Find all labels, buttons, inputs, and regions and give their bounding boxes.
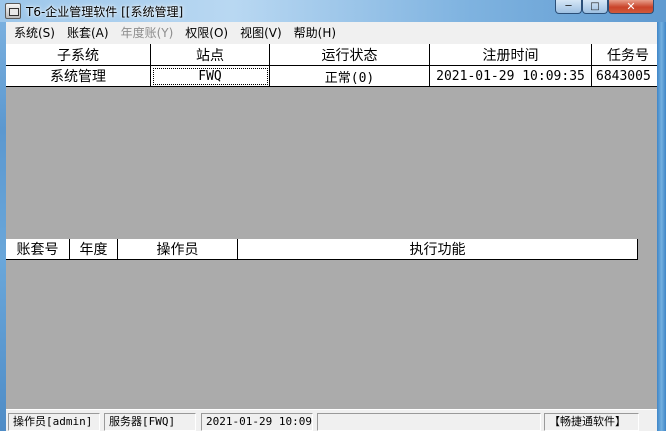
column-header-account-id[interactable]: 账套号 [6,239,70,260]
cell-site[interactable]: FWQ [151,66,270,87]
status-brand: 【畅捷通软件】 [544,413,639,431]
subsystem-grid[interactable]: 子系统 站点 运行状态 注册时间 任务号 系统管理 FWQ 正常(0) 2021… [6,44,657,241]
menu-permissions[interactable]: 权限(O) [179,23,234,43]
menu-annual-account: 年度账(Y) [120,26,174,40]
maximize-button[interactable]: □ [582,0,608,14]
menu-help[interactable]: 帮助(H) [288,23,342,43]
menu-view[interactable]: 视图(V) [234,23,288,43]
cell-task-id[interactable]: 6843005 [592,66,657,87]
window-right-border [657,22,666,431]
cell-register-time[interactable]: 2021-01-29 10:09:35 [430,66,592,87]
subsystem-grid-header: 子系统 站点 运行状态 注册时间 任务号 [6,44,657,66]
status-empty-panel [317,413,541,431]
table-row[interactable]: 系统管理 FWQ 正常(0) 2021-01-29 10:09:35 68430… [6,66,657,87]
operator-task-grid-header: 账套号 年度 操作员 执行功能 [6,239,638,260]
column-header-run-status[interactable]: 运行状态 [270,44,430,66]
cell-run-status[interactable]: 正常(0) [270,66,430,87]
app-icon[interactable] [5,3,21,19]
status-operator: 操作员[admin] [8,413,100,431]
column-header-year[interactable]: 年度 [70,239,118,260]
menu-account-set[interactable]: 账套(A) [61,23,115,43]
column-header-site[interactable]: 站点 [151,44,270,66]
client-area: 系统(S) 账套(A) 年度账(Y) 权限(O) 视图(V) 帮助(H) 子系统… [6,22,657,431]
column-header-subsystem[interactable]: 子系统 [6,44,151,66]
title-bar[interactable]: T6-企业管理软件 [[系统管理] ─ □ ✕ [0,0,666,22]
close-button[interactable]: ✕ [608,0,654,14]
status-bar: 操作员[admin] 服务器[FWQ] 2021-01-29 10:09 【畅捷… [6,409,657,431]
column-header-function[interactable]: 执行功能 [238,239,638,260]
column-header-task-id[interactable]: 任务号 [592,44,657,66]
operator-task-grid[interactable]: 账套号 年度 操作员 执行功能 [6,239,657,409]
menu-system[interactable]: 系统(S) [8,23,61,43]
column-header-operator[interactable]: 操作员 [118,239,238,260]
column-header-register-time[interactable]: 注册时间 [430,44,592,66]
application-window: T6-企业管理软件 [[系统管理] ─ □ ✕ 系统(S) 账套(A) 年度账(… [0,0,666,431]
minimize-button[interactable]: ─ [555,0,582,14]
status-server: 服务器[FWQ] [104,413,196,431]
cell-subsystem[interactable]: 系统管理 [6,66,151,87]
status-datetime: 2021-01-29 10:09 [201,413,313,431]
window-title: T6-企业管理软件 [[系统管理] [26,5,184,19]
menu-bar: 系统(S) 账套(A) 年度账(Y) 权限(O) 视图(V) 帮助(H) [6,22,657,44]
